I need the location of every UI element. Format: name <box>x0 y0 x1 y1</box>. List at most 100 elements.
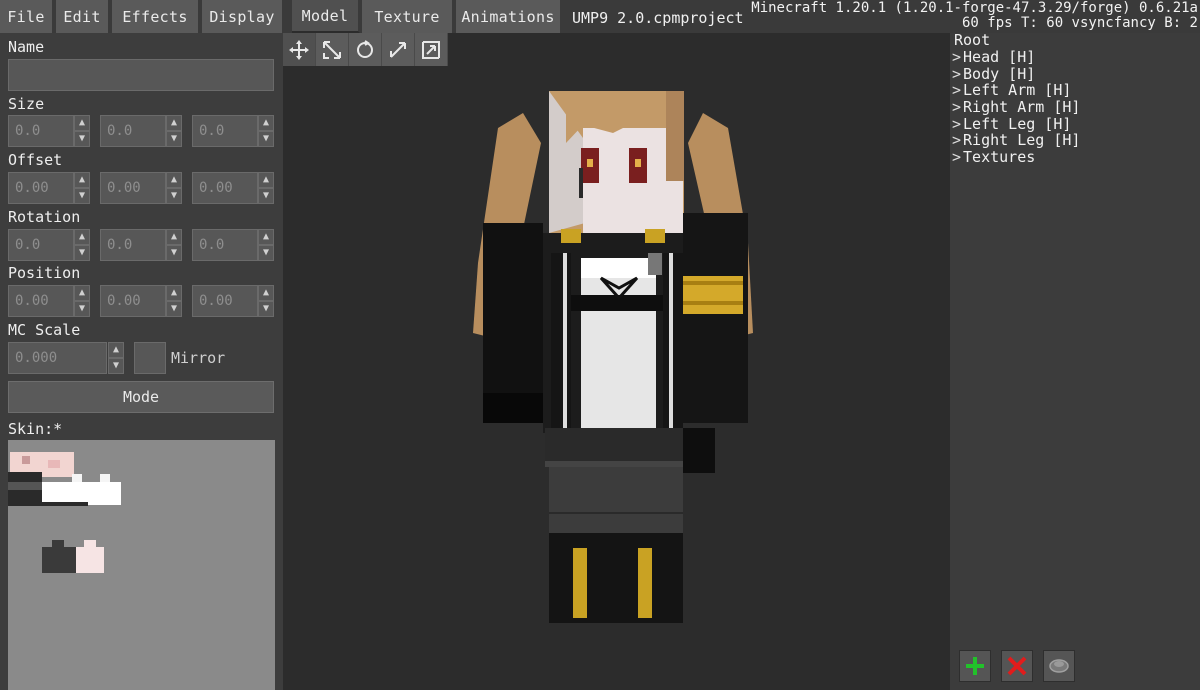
chevron-up-icon[interactable]: ▲ <box>258 229 274 245</box>
skin-texture-detail <box>72 474 82 482</box>
chevron-down-icon[interactable]: ▼ <box>258 245 274 261</box>
coat-trim-left <box>563 253 567 428</box>
rotation-x-stepper[interactable]: ▲ ▼ <box>74 229 90 261</box>
chevron-down-icon[interactable]: ▼ <box>74 131 90 147</box>
rotation-z-field[interactable]: 0.0 <box>192 229 258 261</box>
menu-effects[interactable]: Effects <box>112 0 200 33</box>
chevron-down-icon[interactable]: ▼ <box>166 245 182 261</box>
size-y-field[interactable]: 0.0 <box>100 115 166 147</box>
tree-root[interactable]: Root <box>954 31 990 49</box>
size-z-stepper[interactable]: ▲ ▼ <box>258 115 274 147</box>
chevron-down-icon[interactable]: ▼ <box>166 131 182 147</box>
chevron-right-icon[interactable]: > <box>952 48 961 66</box>
layer-icon <box>1049 659 1069 673</box>
chevron-down-icon[interactable]: ▼ <box>74 301 90 317</box>
tab-texture[interactable]: Texture <box>362 0 454 33</box>
chevron-up-icon[interactable]: ▲ <box>108 342 124 358</box>
skin-texture-detail <box>22 456 30 464</box>
skirt <box>545 428 685 463</box>
arm-band-stripe <box>675 281 743 285</box>
position-y-stepper[interactable]: ▲ ▼ <box>166 285 182 317</box>
offset-x-stepper[interactable]: ▲ ▼ <box>74 172 90 204</box>
chevron-up-icon[interactable]: ▲ <box>258 115 274 131</box>
chevron-down-icon[interactable]: ▼ <box>74 245 90 261</box>
chevron-right-icon[interactable]: > <box>952 148 961 166</box>
rotation-y-stepper[interactable]: ▲ ▼ <box>166 229 182 261</box>
tree-item-left-arm[interactable]: > Left Arm [H] <box>952 81 1071 99</box>
chevron-up-icon[interactable]: ▲ <box>258 285 274 301</box>
chevron-down-icon[interactable]: ▼ <box>166 188 182 204</box>
offset-z-field[interactable]: 0.00 <box>192 172 258 204</box>
menu-file[interactable]: File <box>0 0 54 33</box>
chevron-down-icon[interactable]: ▼ <box>258 301 274 317</box>
chevron-up-icon[interactable]: ▲ <box>166 285 182 301</box>
offset-z-stepper[interactable]: ▲ ▼ <box>258 172 274 204</box>
right-arm <box>683 213 748 423</box>
tab-animations[interactable]: Animations <box>456 0 562 33</box>
tab-model[interactable]: Model <box>292 0 360 33</box>
skin-texture-detail <box>84 540 96 548</box>
tree-item-textures[interactable]: > Textures <box>952 148 1035 166</box>
skin-preview[interactable] <box>8 440 275 690</box>
chevron-up-icon[interactable]: ▲ <box>74 115 90 131</box>
boot-lace-right <box>638 548 652 618</box>
size-icon[interactable] <box>415 33 448 66</box>
mode-button[interactable]: Mode <box>8 381 274 413</box>
coat-trim-right <box>669 253 673 428</box>
position-z-stepper[interactable]: ▲ ▼ <box>258 285 274 317</box>
mirror-label: Mirror <box>171 349 226 367</box>
mc-scale-stepper[interactable]: ▲ ▼ <box>108 342 124 374</box>
coat-left <box>551 253 571 428</box>
delete-button[interactable] <box>1001 650 1033 682</box>
mc-scale-field[interactable]: 0.000 <box>8 342 107 374</box>
chevron-down-icon[interactable]: ▼ <box>166 301 182 317</box>
shirt-collar <box>581 258 656 278</box>
chevron-right-icon[interactable]: > <box>952 98 961 116</box>
chevron-up-icon[interactable]: ▲ <box>74 285 90 301</box>
position-z-field[interactable]: 0.00 <box>192 285 258 317</box>
tree-item-head[interactable]: > Head [H] <box>952 48 1035 66</box>
tree-item-right-leg[interactable]: > Right Leg [H] <box>952 131 1080 149</box>
mirror-checkbox[interactable] <box>134 342 166 374</box>
chevron-right-icon[interactable]: > <box>952 81 961 99</box>
chevron-down-icon[interactable]: ▼ <box>74 188 90 204</box>
chevron-up-icon[interactable]: ▲ <box>74 172 90 188</box>
move-icon[interactable] <box>283 33 316 66</box>
arm-band-stripe <box>675 301 743 305</box>
tree-item-label: Right Leg [H] <box>963 131 1081 149</box>
position-x-stepper[interactable]: ▲ ▼ <box>74 285 90 317</box>
menu-display[interactable]: Display <box>202 0 284 33</box>
name-field[interactable] <box>8 59 274 91</box>
chevron-up-icon[interactable]: ▲ <box>258 172 274 188</box>
size-z-field[interactable]: 0.0 <box>192 115 258 147</box>
offset-y-stepper[interactable]: ▲ ▼ <box>166 172 182 204</box>
size-y-stepper[interactable]: ▲ ▼ <box>166 115 182 147</box>
position-y-field[interactable]: 0.00 <box>100 285 166 317</box>
chevron-down-icon[interactable]: ▼ <box>258 131 274 147</box>
model-viewport[interactable] <box>283 33 950 690</box>
size-x-field[interactable]: 0.0 <box>8 115 74 147</box>
chevron-up-icon[interactable]: ▲ <box>166 172 182 188</box>
chevron-down-icon[interactable]: ▼ <box>108 358 124 374</box>
chevron-up-icon[interactable]: ▲ <box>74 229 90 245</box>
add-button[interactable] <box>959 650 991 682</box>
size-x-stepper[interactable]: ▲ ▼ <box>74 115 90 147</box>
rotation-x-field[interactable]: 0.0 <box>8 229 74 261</box>
resize-icon[interactable] <box>382 33 415 66</box>
rotate-icon[interactable] <box>349 33 382 66</box>
chevron-up-icon[interactable]: ▲ <box>166 229 182 245</box>
chevron-right-icon[interactable]: > <box>952 131 961 149</box>
offset-y-field[interactable]: 0.00 <box>100 172 166 204</box>
menu-edit[interactable]: Edit <box>56 0 110 33</box>
debug-info-line2: 60 fps T: 60 vsyncfancy B: 2 <box>961 15 1198 31</box>
chevron-down-icon[interactable]: ▼ <box>258 188 274 204</box>
scale-icon[interactable] <box>316 33 349 66</box>
rotation-y-field[interactable]: 0.0 <box>100 229 166 261</box>
chevron-up-icon[interactable]: ▲ <box>166 115 182 131</box>
layer-button[interactable] <box>1043 650 1075 682</box>
tree-item-right-arm[interactable]: > Right Arm [H] <box>952 98 1080 116</box>
rotation-z-stepper[interactable]: ▲ ▼ <box>258 229 274 261</box>
offset-x-field[interactable]: 0.00 <box>8 172 74 204</box>
tree-item-label: Right Arm [H] <box>963 98 1081 116</box>
position-x-field[interactable]: 0.00 <box>8 285 74 317</box>
